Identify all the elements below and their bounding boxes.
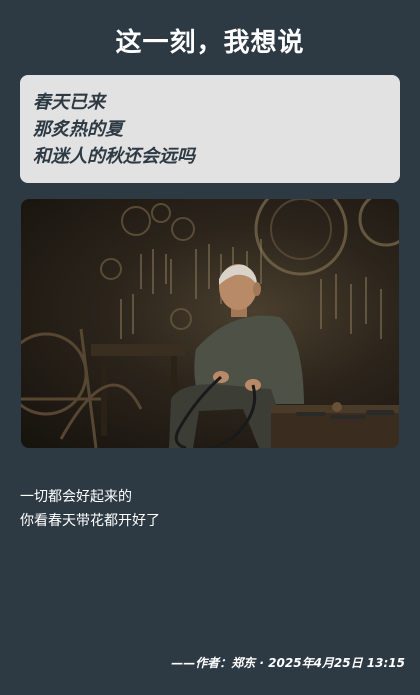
author-byline: ——作者：郑东 · 2025年4月25日 13:15 [171,656,405,670]
quote-line: 和迷人的秋还会远吗 [33,146,195,167]
quote-card: 春天已来 那炙热的夏 和迷人的秋还会远吗 [20,75,400,183]
workshop-illustration [21,199,399,448]
quote-line: 春天已来 [33,92,105,113]
quote-line: 那炙热的夏 [33,119,123,140]
body-line: 一切都会好起来的 [20,489,132,505]
workshop-photo [21,199,399,448]
body-line: 你看春天带花都开好了 [20,513,160,529]
page-title: 这一刻，我想说 [115,28,305,58]
body-text: 一切都会好起来的 你看春天带花都开好了 [20,485,400,533]
